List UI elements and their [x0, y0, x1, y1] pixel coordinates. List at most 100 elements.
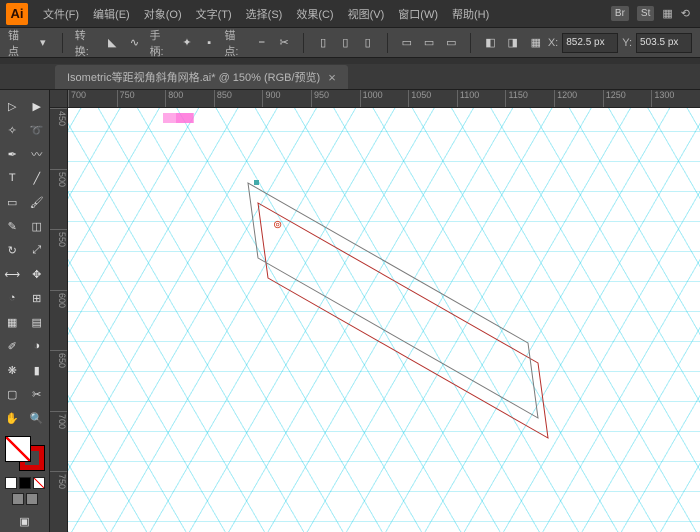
mesh-tool[interactable]: ▦	[0, 310, 25, 334]
gradient-tool[interactable]: ▤	[25, 310, 50, 334]
x-coord-input[interactable]	[562, 33, 618, 53]
slice-tool[interactable]: ✂	[25, 382, 50, 406]
main-menubar: Ai 文件(F) 编辑(E) 对象(O) 文字(T) 选择(S) 效果(C) 视…	[0, 0, 700, 28]
toolbox: ▷▶ ✧➰ ✒〰 T╱ ▭🖌 ✎◫ ↻⤢ ⟷✥ ◔⊞ ▦▤ ✐◑ ❋▮ ▢✂ ✋…	[0, 90, 50, 532]
fill-stroke-swatches[interactable]	[5, 436, 45, 471]
direct-selection-tool[interactable]: ▶	[25, 94, 50, 118]
ruler-origin[interactable]	[50, 90, 68, 108]
blend-tool[interactable]: ◑	[25, 334, 50, 358]
perspective-grid-tool[interactable]: ⊞	[25, 286, 50, 310]
edit-icon[interactable]: ◨	[506, 35, 520, 51]
curvature-tool[interactable]: 〰	[25, 142, 50, 166]
sync-icon[interactable]: ⟲	[681, 7, 690, 20]
rectangle-tool[interactable]: ▭	[0, 190, 25, 214]
remove-anchor-icon[interactable]: ⎯	[255, 35, 269, 51]
rotate-tool[interactable]: ↻	[0, 238, 25, 262]
width-tool[interactable]: ⟷	[0, 262, 25, 286]
align-1-icon[interactable]: ▯	[316, 35, 330, 51]
document-tab[interactable]: Isometric等距视角斜角网格.ai* @ 150% (RGB/预览) ×	[55, 65, 348, 89]
handle-label: 手柄:	[150, 27, 172, 59]
menu-type[interactable]: 文字(T)	[189, 6, 239, 22]
cut-path-icon[interactable]: ✂	[277, 35, 291, 51]
artboard-tool[interactable]: ▢	[0, 382, 25, 406]
magic-wand-tool[interactable]: ✧	[0, 118, 25, 142]
ruler-tick: 1100	[457, 90, 506, 107]
ruler-tick: 950	[311, 90, 360, 107]
close-tab-icon[interactable]: ×	[328, 70, 336, 85]
dropdown-icon[interactable]: ▾	[36, 35, 50, 51]
document-tab-title: Isometric等距视角斜角网格.ai* @ 150% (RGB/预览)	[67, 69, 320, 85]
zoom-tool[interactable]: 🔍	[25, 406, 50, 430]
app-logo: Ai	[6, 3, 28, 25]
menu-window[interactable]: 窗口(W)	[391, 6, 445, 22]
convert-smooth-icon[interactable]: ∿	[127, 35, 141, 51]
ruler-tick: 600	[50, 290, 67, 351]
align-3-icon[interactable]: ▯	[361, 35, 375, 51]
gradient-mode-icon[interactable]	[19, 477, 31, 489]
shaper-tool[interactable]: ✎	[0, 214, 25, 238]
document-tab-bar: Isometric等距视角斜角网格.ai* @ 150% (RGB/预览) ×	[0, 64, 700, 90]
convert-corner-icon[interactable]: ◣	[105, 35, 119, 51]
bridge-icon[interactable]: Br	[611, 6, 629, 21]
color-mode-icon[interactable]	[5, 477, 17, 489]
change-screen-mode[interactable]: ▣	[12, 511, 37, 532]
hand-tool[interactable]: ✋	[0, 406, 25, 430]
type-tool[interactable]: T	[0, 166, 25, 190]
arrange-docs-icon[interactable]: ▦	[662, 7, 672, 20]
ruler-tick: 500	[50, 169, 67, 230]
menu-edit[interactable]: 编辑(E)	[86, 6, 137, 22]
menu-effect[interactable]: 效果(C)	[289, 6, 340, 22]
vertical-ruler[interactable]: 450 500 550 600 650 700 750	[50, 108, 68, 532]
artboard[interactable]: ⊚	[68, 108, 700, 532]
ruler-tick: 1050	[408, 90, 457, 107]
eyedropper-tool[interactable]: ✐	[0, 334, 25, 358]
none-mode-icon[interactable]	[33, 477, 45, 489]
x-label: X:	[548, 37, 558, 49]
ruler-tick: 1150	[505, 90, 554, 107]
fill-swatch[interactable]	[5, 436, 31, 462]
lasso-tool[interactable]: ➰	[25, 118, 50, 142]
selection-tool[interactable]: ▷	[0, 94, 25, 118]
free-transform-tool[interactable]: ✥	[25, 262, 50, 286]
ruler-tick: 550	[50, 229, 67, 290]
anchor-label: 锚点	[8, 27, 28, 59]
ruler-tick: 700	[50, 411, 67, 472]
canvas-area[interactable]: 700 750 800 850 900 950 1000 1050 1100 1…	[50, 90, 700, 532]
vector-paths: ⊚	[68, 108, 700, 532]
ruler-tick: 800	[165, 90, 214, 107]
menu-file[interactable]: 文件(F)	[36, 6, 86, 22]
line-tool[interactable]: ╱	[25, 166, 50, 190]
align-4-icon[interactable]: ▭	[400, 35, 414, 51]
ref-point-icon[interactable]: ▦	[528, 35, 544, 51]
menu-view[interactable]: 视图(V)	[341, 6, 392, 22]
ruler-tick: 850	[214, 90, 263, 107]
drawn-parallelogram-1[interactable]	[258, 203, 548, 438]
symbol-sprayer-tool[interactable]: ❋	[0, 358, 25, 382]
menu-object[interactable]: 对象(O)	[137, 6, 189, 22]
column-graph-tool[interactable]: ▮	[25, 358, 50, 382]
screen-mode-normal-icon[interactable]	[12, 493, 24, 505]
screen-mode-full-icon[interactable]	[26, 493, 38, 505]
align-6-icon[interactable]: ▭	[444, 35, 458, 51]
stock-icon[interactable]: St	[637, 6, 654, 21]
menu-help[interactable]: 帮助(H)	[445, 6, 496, 22]
control-bar: 锚点 ▾ 转换: ◣ ∿ 手柄: ✦ ▪ 锚点: ⎯ ✂ ▯ ▯ ▯ ▭ ▭ ▭…	[0, 28, 700, 58]
align-5-icon[interactable]: ▭	[422, 35, 436, 51]
shape-builder-tool[interactable]: ◔	[0, 286, 25, 310]
pen-tool[interactable]: ✒	[0, 142, 25, 166]
ruler-tick: 650	[50, 350, 67, 411]
menu-select[interactable]: 选择(S)	[239, 6, 290, 22]
drawn-parallelogram-2[interactable]	[248, 183, 538, 418]
handle-show-icon[interactable]: ✦	[180, 35, 194, 51]
eraser-tool[interactable]: ◫	[25, 214, 50, 238]
handle-hide-icon[interactable]: ▪	[202, 35, 216, 51]
isolate-icon[interactable]: ◧	[483, 35, 497, 51]
paintbrush-tool[interactable]: 🖌	[25, 190, 50, 214]
y-label: Y:	[622, 37, 632, 49]
align-2-icon[interactable]: ▯	[338, 35, 352, 51]
anchor-point[interactable]	[254, 180, 259, 185]
convert-label: 转换:	[75, 27, 97, 59]
scale-tool[interactable]: ⤢	[25, 238, 50, 262]
horizontal-ruler[interactable]: 700 750 800 850 900 950 1000 1050 1100 1…	[68, 90, 700, 108]
y-coord-input[interactable]	[636, 33, 692, 53]
